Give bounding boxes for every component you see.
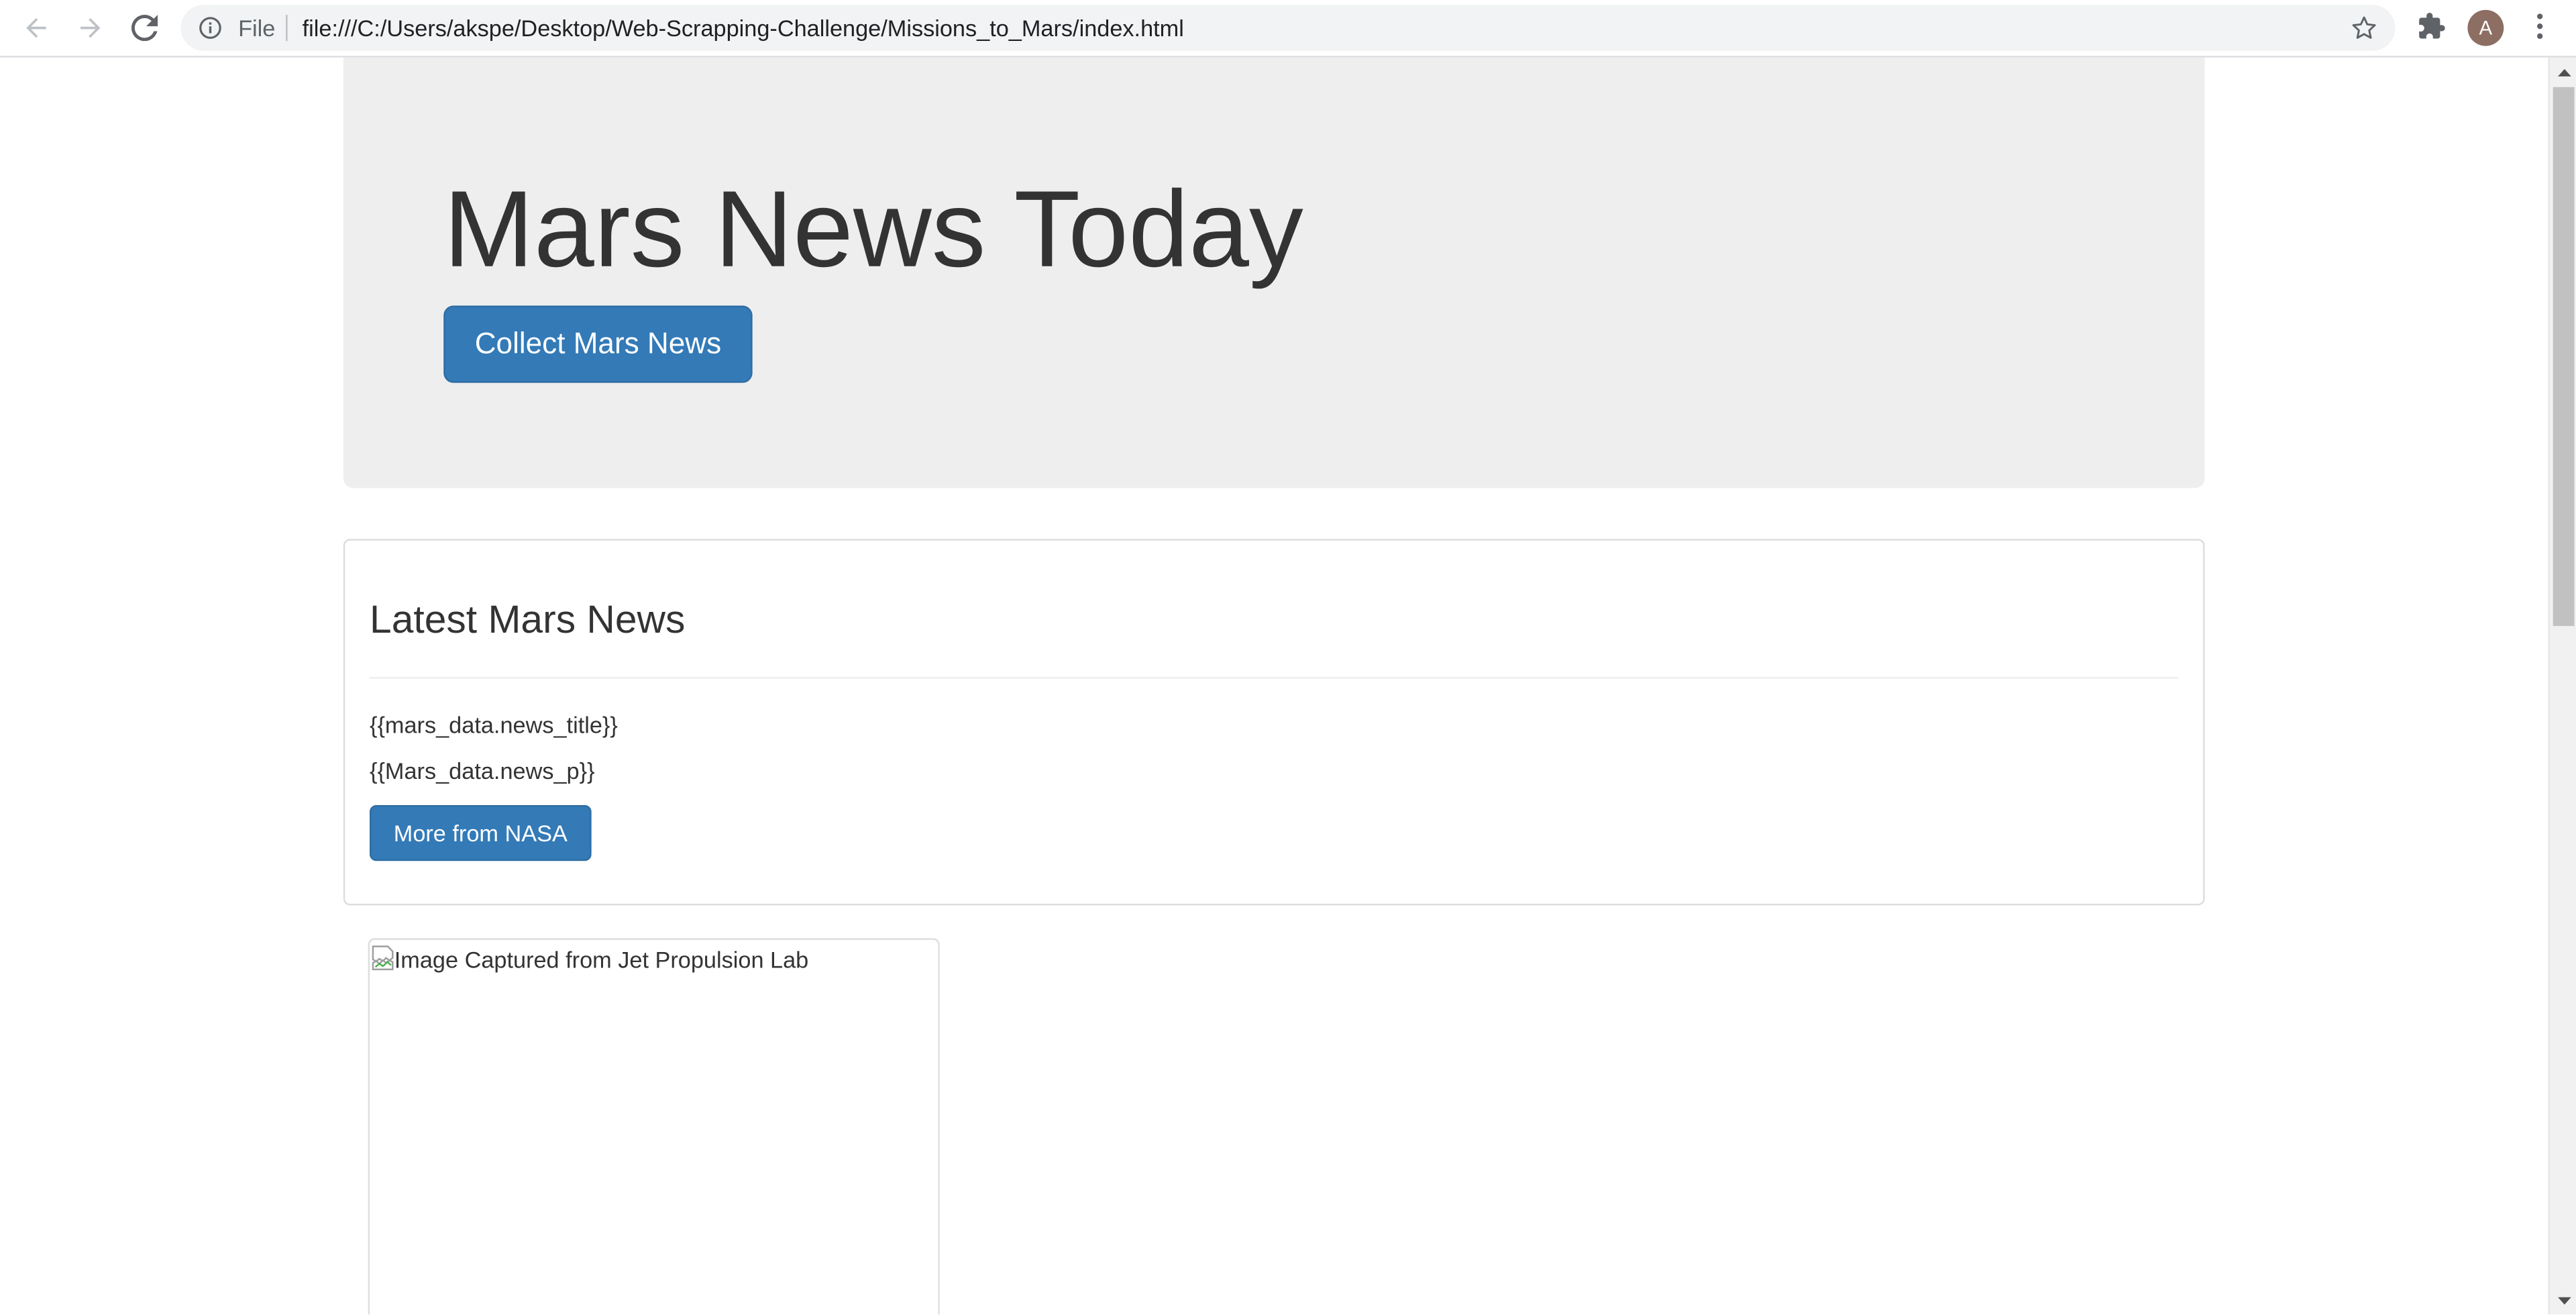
page-title: Mars News Today xyxy=(443,167,1303,290)
arrow-left-icon xyxy=(26,17,46,38)
broken-image-icon xyxy=(372,945,394,971)
back-button[interactable] xyxy=(16,8,56,48)
caret-down-icon xyxy=(2557,1296,2571,1304)
forward-button[interactable] xyxy=(70,8,110,48)
info-icon[interactable] xyxy=(199,16,221,39)
scrollbar-thumb[interactable] xyxy=(2553,87,2575,627)
arrow-right-icon xyxy=(80,17,101,38)
jumbotron: Mars News Today Collect Mars News xyxy=(343,57,2205,488)
scroll-down-arrow[interactable] xyxy=(2550,1287,2576,1315)
browser-window: File file:///C:/Users/akspe/Desktop/Web-… xyxy=(0,0,2576,1315)
divider xyxy=(370,676,2179,679)
bookmark-star-icon[interactable] xyxy=(2349,13,2379,43)
url-text[interactable]: file:///C:/Users/akspe/Desktop/Web-Scrap… xyxy=(303,15,1184,41)
latest-news-heading: Latest Mars News xyxy=(370,598,686,643)
url-scheme-label: File xyxy=(238,15,276,42)
kebab-menu-icon[interactable] xyxy=(2527,11,2553,41)
collect-mars-news-button[interactable]: Collect Mars News xyxy=(443,305,753,383)
caret-up-icon xyxy=(2557,68,2571,76)
scroll-up-arrow[interactable] xyxy=(2550,58,2576,86)
more-from-nasa-button[interactable]: More from NASA xyxy=(370,805,592,861)
reload-button[interactable] xyxy=(125,8,164,48)
featured-image-thumbnail: Image Captured from Jet Propulsion Lab xyxy=(368,938,940,1315)
browser-toolbar: File file:///C:/Users/akspe/Desktop/Web-… xyxy=(0,0,2576,58)
page-viewport: Mars News Today Collect Mars News Latest… xyxy=(0,57,2548,1315)
reload-icon xyxy=(131,15,158,42)
news-title: {{mars_data.news_title}} xyxy=(370,711,618,738)
extensions-puzzle-icon[interactable] xyxy=(2416,11,2446,41)
news-paragraph: {{Mars_data.news_p}} xyxy=(370,757,595,784)
profile-avatar[interactable]: A xyxy=(2467,9,2504,46)
address-bar[interactable]: File file:///C:/Users/akspe/Desktop/Web-… xyxy=(180,5,2396,51)
vertical-scrollbar[interactable] xyxy=(2548,57,2576,1315)
latest-news-panel: Latest Mars News {{mars_data.news_title}… xyxy=(343,539,2205,906)
omnibox-divider xyxy=(286,15,288,42)
featured-image-alt-text: Image Captured from Jet Propulsion Lab xyxy=(394,946,809,973)
